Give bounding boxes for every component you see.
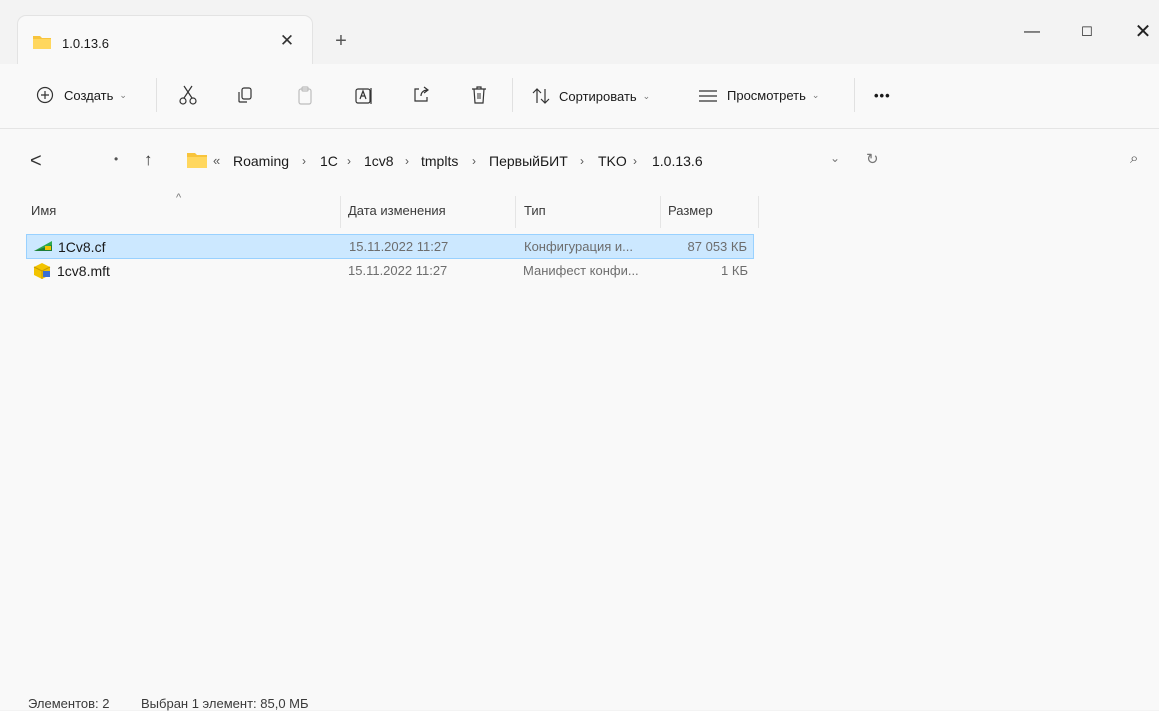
new-tab-button[interactable]: + xyxy=(330,30,352,52)
folder-icon xyxy=(186,151,208,172)
view-label: Просмотреть xyxy=(727,88,806,103)
tab-active[interactable]: 1.0.13.6 ✕ xyxy=(18,16,312,64)
breadcrumb-separator[interactable]: › xyxy=(580,154,584,168)
plus-circle-icon xyxy=(36,86,54,104)
file-row[interactable]: 1cv8.mft 15.11.2022 11:27 Манифест конфи… xyxy=(26,259,754,284)
breadcrumb-separator[interactable]: › xyxy=(302,154,306,168)
breadcrumb-separator[interactable]: › xyxy=(472,154,476,168)
view-button[interactable]: Просмотреть ⌄ xyxy=(698,88,819,103)
sort-icon xyxy=(531,87,551,105)
item-count: Элементов: 2 xyxy=(28,696,110,711)
tab-close-button[interactable]: ✕ xyxy=(276,30,298,52)
rename-button[interactable] xyxy=(354,86,374,106)
breadcrumb-tmplts[interactable]: tmplts xyxy=(421,153,458,169)
file-type: Манифест конфи... xyxy=(523,263,639,278)
copy-button[interactable] xyxy=(236,86,254,104)
folder-icon xyxy=(32,34,52,53)
trash-icon xyxy=(470,85,488,105)
close-button[interactable]: ✕ xyxy=(1120,16,1159,48)
breadcrumb-separator[interactable]: › xyxy=(347,154,351,168)
paste-button[interactable] xyxy=(296,86,314,106)
up-button[interactable]: ↑ xyxy=(144,150,153,170)
file-date: 15.11.2022 11:27 xyxy=(348,263,448,278)
minimize-button[interactable]: — xyxy=(1009,16,1055,48)
file-size: 1 КБ xyxy=(721,263,748,278)
breadcrumb-roaming[interactable]: Roaming xyxy=(233,153,289,169)
more-options-button[interactable]: ••• xyxy=(874,88,891,103)
clipboard-icon xyxy=(296,86,314,106)
create-button[interactable]: Создать ⌄ xyxy=(36,86,127,104)
back-button[interactable]: < xyxy=(30,150,42,173)
column-header-size[interactable]: Размер xyxy=(668,203,713,218)
tab-title: 1.0.13.6 xyxy=(62,36,109,51)
column-header-type[interactable]: Тип xyxy=(524,203,546,218)
file-row-selected[interactable]: 1Cv8.cf 15.11.2022 11:27 Конфигурация и.… xyxy=(26,234,754,259)
cf-file-icon xyxy=(33,239,53,256)
overflow-crumb[interactable]: « xyxy=(213,153,220,168)
create-label: Создать xyxy=(64,87,114,103)
maximize-button[interactable]: ☐ xyxy=(1064,16,1110,48)
selection-info: Выбран 1 элемент: 85,0 МБ xyxy=(141,696,309,711)
share-button[interactable] xyxy=(412,86,430,104)
column-divider[interactable] xyxy=(340,196,341,228)
chevron-down-icon: ⌄ xyxy=(119,89,127,100)
chevron-down-icon: ⌄ xyxy=(811,90,820,100)
toolbar-divider xyxy=(156,78,157,112)
column-header-date[interactable]: Дата изменения xyxy=(348,203,446,218)
file-size: 87 053 КБ xyxy=(687,239,747,254)
refresh-icon[interactable]: ↻ xyxy=(866,150,879,168)
file-name: 1Cv8.cf xyxy=(58,239,106,255)
forward-dot[interactable]: • xyxy=(114,152,118,166)
breadcrumb-1c[interactable]: 1C xyxy=(320,153,338,169)
column-header-name[interactable]: Имя xyxy=(31,203,56,218)
toolbar-divider xyxy=(854,78,855,112)
breadcrumb-separator[interactable]: › xyxy=(633,154,637,168)
scissors-icon xyxy=(178,84,198,106)
sort-button[interactable]: Сортировать ⌄ xyxy=(531,87,650,105)
column-divider[interactable] xyxy=(515,196,516,228)
breadcrumb-1cv8[interactable]: 1cv8 xyxy=(364,153,394,169)
toolbar: Создать ⌄ Сортировать ⌄ Просмотреть ⌄ ••… xyxy=(0,64,1159,129)
list-view-icon xyxy=(698,89,718,103)
file-type: Конфигурация и... xyxy=(524,239,633,254)
file-name: 1cv8.mft xyxy=(57,263,110,279)
rename-icon xyxy=(354,86,374,106)
column-divider[interactable] xyxy=(758,196,759,228)
chevron-down-icon: ⌄ xyxy=(642,90,651,101)
search-icon[interactable]: ⌕ xyxy=(1130,150,1138,167)
cut-button[interactable] xyxy=(178,84,198,106)
breadcrumb-separator[interactable]: › xyxy=(405,154,409,168)
column-divider[interactable] xyxy=(660,196,661,228)
breadcrumb-tko[interactable]: TKO xyxy=(598,153,627,169)
sort-label: Сортировать xyxy=(559,88,637,104)
toolbar-divider xyxy=(512,78,513,112)
breadcrumb-pervyibit[interactable]: ПервыйБИТ xyxy=(489,153,568,169)
breadcrumb-current[interactable]: 1.0.13.6 xyxy=(652,153,703,169)
mft-file-icon xyxy=(32,262,52,283)
sort-ascending-icon: ^ xyxy=(176,192,182,204)
file-date: 15.11.2022 11:27 xyxy=(349,239,449,254)
address-dropdown-icon[interactable]: ⌄ xyxy=(830,151,840,165)
share-icon xyxy=(412,86,430,104)
copy-icon xyxy=(236,86,254,104)
delete-button[interactable] xyxy=(470,85,488,105)
